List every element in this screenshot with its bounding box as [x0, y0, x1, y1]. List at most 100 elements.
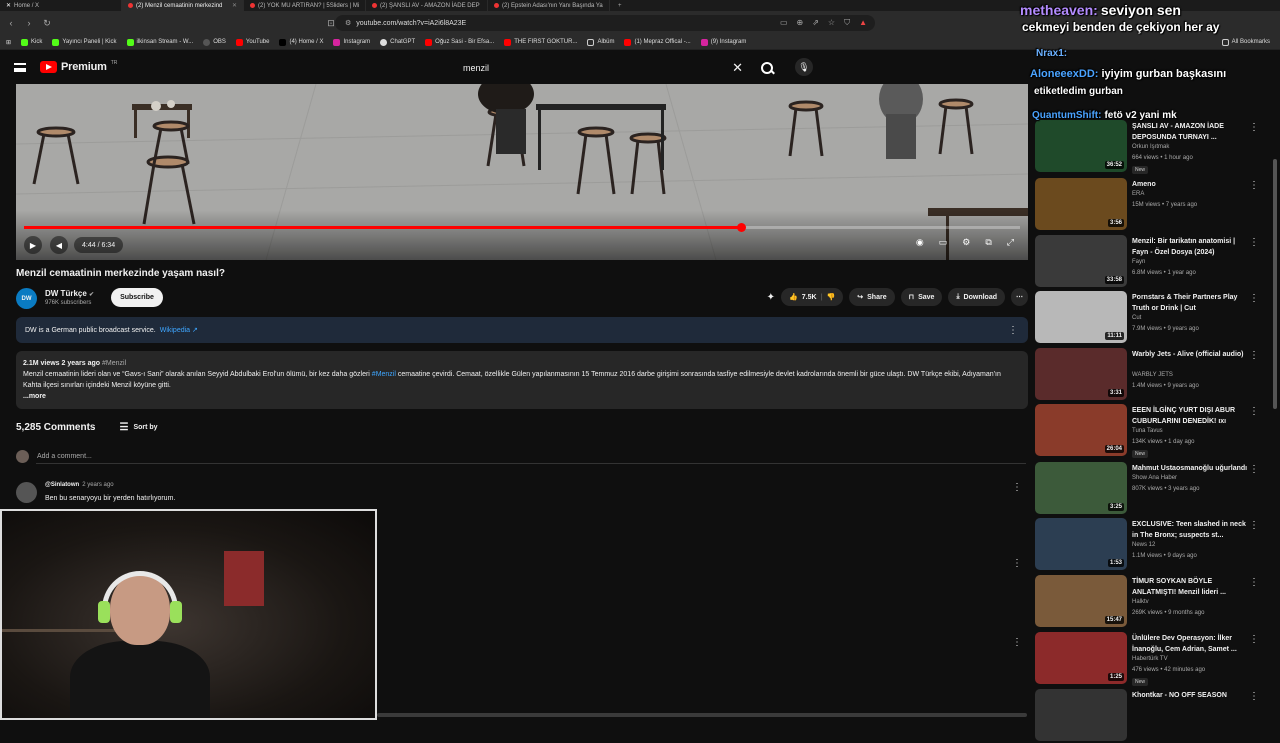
video-description[interactable]: 2.1M views 2 years ago #Menzil Menzil ce… — [16, 351, 1028, 409]
wikipedia-link[interactable]: Wikipedia ↗ — [160, 326, 198, 334]
bookmark-item[interactable]: OBS — [203, 38, 226, 46]
recommended-channel[interactable]: Fayn — [1132, 259, 1145, 265]
info-menu-icon[interactable]: ⋮ — [1008, 325, 1018, 336]
clear-search-icon[interactable]: ✕ — [732, 60, 743, 76]
recommended-video[interactable]: 1:25 Ünlülere Dev Operasyon: İlker İnanoğ… — [1035, 632, 1267, 686]
video-menu-icon[interactable]: ⋮ — [1249, 634, 1259, 645]
comment-menu-icon[interactable]: ⋮ — [1012, 482, 1022, 493]
video-menu-icon[interactable]: ⋮ — [1249, 691, 1259, 702]
recommended-channel[interactable]: Tuna Tavus — [1132, 428, 1163, 434]
microphone-icon[interactable]: 🎙 — [795, 58, 813, 76]
apps-icon[interactable]: ⊞ — [6, 39, 11, 46]
recommended-channel[interactable]: Halktv — [1132, 599, 1149, 605]
scrollbar-thumb[interactable] — [1273, 159, 1277, 409]
video-menu-icon[interactable]: ⋮ — [1249, 237, 1259, 248]
recommended-video[interactable]: 26:04 EEEN İLGİNÇ YURT DIŞI ABUR CUBURLAR… — [1035, 404, 1267, 458]
more-link[interactable]: ...more — [23, 391, 1021, 402]
video-thumbnail[interactable] — [1035, 689, 1127, 741]
recommended-title[interactable]: EEEN İLGİNÇ YURT DIŞI ABUR CUBURLARINI D… — [1132, 405, 1248, 427]
video-menu-icon[interactable]: ⋮ — [1249, 520, 1259, 531]
thumbs-down-icon[interactable]: 👎 — [827, 293, 836, 301]
address-bar[interactable]: ⚙ youtube.com/watch?v=iA2i6l8A23E ▭ ⊕ ⇗ … — [335, 15, 875, 31]
hashtag-link[interactable]: #Menzil — [372, 371, 396, 378]
video-thumbnail[interactable]: 1:25 — [1035, 632, 1127, 684]
bookmark-item[interactable]: ilkinsan Stream - W... — [126, 38, 193, 46]
autoplay-icon[interactable]: ◉ — [916, 237, 924, 248]
browser-tab[interactable]: ✕ Home / X — [0, 0, 122, 11]
back-icon[interactable]: ‹ — [4, 18, 18, 28]
comment-author[interactable]: @Sinlatown 2 years ago — [45, 482, 114, 488]
video-thumbnail[interactable]: 1:53 — [1035, 518, 1127, 570]
browser-tab-active[interactable]: (2) Menzil cemaatinin merkezind ✕ — [122, 0, 244, 11]
recommended-title[interactable]: Menzil: Bir tarikatın anatomisi | Fayn -… — [1132, 236, 1248, 258]
recommended-title[interactable]: ŞANSLI AV - AMAZON İADE DEPOSUNDA TURNAY… — [1132, 121, 1248, 143]
video-menu-icon[interactable]: ⋮ — [1249, 577, 1259, 588]
settings-icon[interactable]: ⚙ — [962, 237, 970, 248]
video-thumbnail[interactable]: 26:04 — [1035, 404, 1127, 456]
bookmark-item[interactable]: (1) Mepraz Offical -... — [624, 38, 691, 46]
play-icon[interactable]: ▶ — [24, 236, 42, 254]
fullscreen-icon[interactable]: ⤢ — [1007, 237, 1014, 248]
video-menu-icon[interactable]: ⋮ — [1249, 464, 1259, 475]
recommended-title[interactable]: Ameno — [1132, 179, 1248, 190]
reload-icon[interactable]: ↻ — [40, 18, 54, 29]
comment-menu-icon[interactable]: ⋮ — [1012, 558, 1022, 569]
recommended-video[interactable]: 15:47 TİMUR SOYKAN BÖYLE ANLATMIŞTI! Menz… — [1035, 575, 1267, 629]
video-thumbnail[interactable]: 36:52 — [1035, 120, 1127, 172]
search-icon[interactable] — [758, 59, 776, 77]
recommended-video[interactable]: 3:56 Ameno ERA 15M views • 7 years ago ⋮ — [1035, 178, 1267, 232]
hamburger-menu-icon[interactable] — [14, 63, 26, 72]
save-button[interactable]: ⊓ Save — [900, 288, 943, 306]
youtube-logo[interactable]: Premium TR — [40, 60, 117, 73]
recommended-video[interactable]: 11:11 Pornstars & Their Partners Play Tru… — [1035, 291, 1267, 345]
recommended-video[interactable]: 33:58 Menzil: Bir tarikatın anatomisi | F… — [1035, 235, 1267, 289]
channel-name[interactable]: DW Türkçe ✔ — [45, 289, 94, 298]
bookmark-item[interactable]: THE FIRST GOKTUR... — [504, 38, 577, 46]
browser-tab[interactable]: (2) YOK MU ARTIRAN? | 5Sliders | Mi — [244, 0, 366, 11]
shield-icon[interactable]: ⛉ — [844, 18, 850, 28]
hashtag-link[interactable]: #Menzil — [102, 360, 126, 367]
recommended-channel[interactable]: WARBLY JETS — [1132, 372, 1173, 378]
browser-tab[interactable]: (2) ŞANSLI AV - AMAZON İADE DEP — [366, 0, 488, 11]
recommended-title[interactable]: Warbly Jets - Alive (official audio) — [1132, 349, 1248, 360]
hype-icon[interactable]: ✦ — [767, 292, 775, 303]
video-player[interactable]: ▶ ◀ 4:44 / 6:34 ◉ ▭ ⚙ ⧉ ⤢ — [16, 84, 1028, 260]
new-tab-icon[interactable]: + — [610, 3, 630, 9]
recommended-channel[interactable]: ERA — [1132, 191, 1144, 197]
recommended-title[interactable]: Ünlülere Dev Operasyon: İlker İnanoğlu, … — [1132, 633, 1248, 655]
recommended-video[interactable]: Khontkar - NO OFF SEASON ⋮ — [1035, 689, 1267, 743]
recommended-title[interactable]: EXCLUSIVE: Teen slashed in neck in The B… — [1132, 519, 1248, 541]
close-tab-icon[interactable]: ✕ — [232, 2, 237, 9]
recommended-title[interactable]: Khontkar - NO OFF SEASON — [1132, 690, 1248, 701]
bookmark-item[interactable]: ChatGPT — [380, 38, 415, 46]
share-button[interactable]: ↪ Share — [849, 288, 895, 306]
extension-icon[interactable]: ▲ — [859, 18, 867, 28]
add-comment-field[interactable]: Add a comment... — [16, 448, 1028, 464]
video-menu-icon[interactable]: ⋮ — [1249, 406, 1259, 417]
video-thumbnail[interactable]: 15:47 — [1035, 575, 1127, 627]
video-thumbnail[interactable]: 11:11 — [1035, 291, 1127, 343]
video-menu-icon[interactable]: ⋮ — [1249, 350, 1259, 361]
video-menu-icon[interactable]: ⋮ — [1249, 293, 1259, 304]
subscribe-button[interactable]: Subscribe — [111, 288, 163, 307]
bookmark-item[interactable]: Albüm — [587, 38, 614, 46]
site-info-icon[interactable]: ⚙ — [345, 19, 351, 27]
like-button[interactable]: 👍 7.5K | 👎 — [781, 288, 844, 306]
volume-icon[interactable]: ◀ — [50, 236, 68, 254]
sort-button[interactable]: ☰ Sort by — [119, 422, 157, 433]
recommended-channel[interactable]: Orkun Işıtmak — [1132, 144, 1169, 150]
video-menu-icon[interactable]: ⋮ — [1249, 122, 1259, 133]
video-thumbnail[interactable]: 3:31 — [1035, 348, 1127, 400]
bookmark-item[interactable]: Oğuz Sasi - Bir Efsa... — [425, 38, 494, 46]
browser-tab[interactable]: (2) Epstein Adası'nın Yanı Başında Ya — [488, 0, 610, 11]
bookmark-item[interactable]: YouTube — [235, 38, 269, 46]
bookmark-item[interactable]: (4) Home / X — [279, 38, 323, 46]
recommended-channel[interactable]: Cut — [1132, 315, 1141, 321]
progress-bar[interactable] — [24, 223, 1020, 232]
recommended-video[interactable]: 3:31 Warbly Jets - Alive (official audio)… — [1035, 348, 1267, 402]
page-scrollbar[interactable] — [1272, 84, 1278, 720]
bookmark-item[interactable]: Yayıncı Paneli | Kick — [52, 38, 117, 46]
recommended-channel[interactable]: Habertürk TV — [1132, 656, 1168, 662]
video-thumbnail[interactable]: 3:25 — [1035, 462, 1127, 514]
recommended-title[interactable]: Pornstars & Their Partners Play Truth or… — [1132, 292, 1248, 314]
